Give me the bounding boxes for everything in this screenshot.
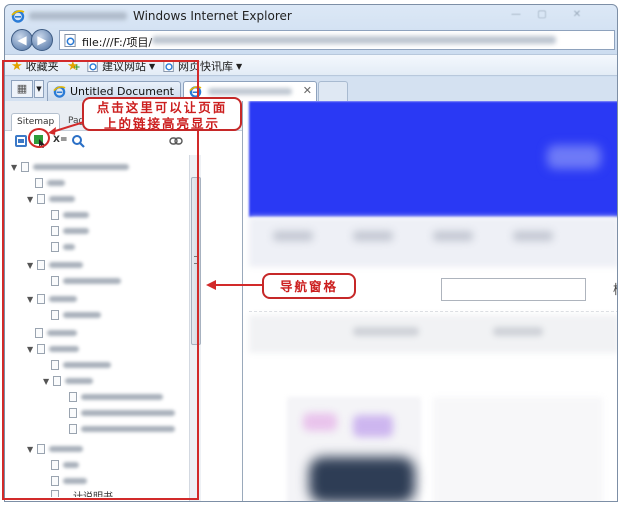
- window-title: Windows Internet Explorer: [133, 9, 292, 23]
- page-section-bar: [249, 315, 617, 353]
- page-menu: [249, 217, 617, 267]
- tab-title-blurred: [208, 88, 292, 95]
- close-window-button[interactable]: ✕: [557, 8, 597, 22]
- maximize-button[interactable]: ▢: [531, 8, 553, 22]
- title-bar: Windows Internet Explorer — ▢ ✕: [5, 5, 617, 27]
- callout-arrow-icon: [206, 280, 262, 290]
- navigation-pane-callout: 导航窗格: [262, 273, 356, 299]
- banner-logo: [547, 145, 601, 169]
- address-path-blurred: [152, 36, 556, 44]
- content-panel: [433, 397, 603, 501]
- page-icon: [64, 34, 76, 47]
- new-tab-button[interactable]: [318, 81, 348, 101]
- callout-arrow-icon: [48, 121, 85, 135]
- chevron-down-icon: ▼: [236, 61, 243, 71]
- document-title-blurred: [29, 12, 127, 20]
- callout-line-2: 上的链接高亮显示: [103, 116, 220, 131]
- search-button-label[interactable]: 检: [613, 279, 617, 298]
- close-tab-button[interactable]: ✕: [303, 84, 312, 97]
- forward-button[interactable]: ▶: [31, 29, 53, 51]
- highlight-links-callout: 点击这里可以让页面 上的链接高亮显示: [82, 97, 242, 131]
- ie-logo-icon: [11, 10, 25, 23]
- minimize-button[interactable]: —: [505, 8, 527, 22]
- address-bar[interactable]: file:///F:/项目/: [59, 30, 615, 50]
- callout-line-1: 点击这里可以让页面: [96, 100, 228, 115]
- address-url: file:///F:/项目/: [82, 36, 153, 49]
- page-content: 检: [243, 101, 617, 501]
- page-search-input[interactable]: [441, 278, 586, 301]
- back-button[interactable]: ◀: [11, 29, 33, 51]
